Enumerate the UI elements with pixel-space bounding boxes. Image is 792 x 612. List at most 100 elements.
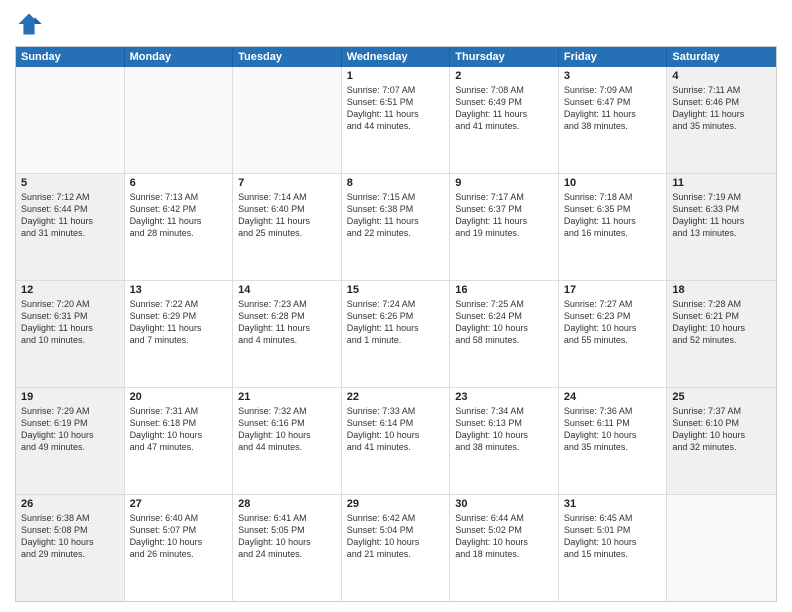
cell-info-text: Sunrise: 7:07 AM Sunset: 6:51 PM Dayligh… bbox=[347, 84, 445, 133]
logo bbox=[15, 10, 47, 38]
calendar-cell: 9 Sunrise: 7:17 AM Sunset: 6:37 PM Daylig… bbox=[450, 174, 559, 280]
cell-info-text: Sunrise: 7:31 AM Sunset: 6:18 PM Dayligh… bbox=[130, 405, 228, 454]
cell-info-text: Sunrise: 7:17 AM Sunset: 6:37 PM Dayligh… bbox=[455, 191, 553, 240]
weekday-header-tuesday: Tuesday bbox=[233, 47, 342, 67]
day-number: 2 bbox=[455, 70, 553, 82]
cell-info-text: Sunrise: 7:33 AM Sunset: 6:14 PM Dayligh… bbox=[347, 405, 445, 454]
calendar-cell bbox=[667, 495, 776, 601]
day-number: 24 bbox=[564, 391, 662, 403]
cell-info-text: Sunrise: 7:25 AM Sunset: 6:24 PM Dayligh… bbox=[455, 298, 553, 347]
calendar-cell: 14 Sunrise: 7:23 AM Sunset: 6:28 PM Dayli… bbox=[233, 281, 342, 387]
weekday-header-sunday: Sunday bbox=[16, 47, 125, 67]
calendar-row-5: 26Sunrise: 6:38 AM Sunset: 5:08 PM Dayli… bbox=[16, 494, 776, 601]
calendar-cell: 12 Sunrise: 7:20 AM Sunset: 6:31 PM Dayli… bbox=[16, 281, 125, 387]
day-number: 17 bbox=[564, 284, 662, 296]
day-number: 25 bbox=[672, 391, 771, 403]
calendar-cell: 20 Sunrise: 7:31 AM Sunset: 6:18 PM Dayli… bbox=[125, 388, 234, 494]
day-number: 6 bbox=[130, 177, 228, 189]
cell-info-text: Sunrise: 7:09 AM Sunset: 6:47 PM Dayligh… bbox=[564, 84, 662, 133]
cell-info-text: Sunrise: 7:20 AM Sunset: 6:31 PM Dayligh… bbox=[21, 298, 119, 347]
cell-info-text: Sunrise: 7:24 AM Sunset: 6:26 PM Dayligh… bbox=[347, 298, 445, 347]
cell-info-text: Sunrise: 7:14 AM Sunset: 6:40 PM Dayligh… bbox=[238, 191, 336, 240]
calendar-cell: 16 Sunrise: 7:25 AM Sunset: 6:24 PM Dayli… bbox=[450, 281, 559, 387]
day-number: 9 bbox=[455, 177, 553, 189]
calendar-cell: 27 Sunrise: 6:40 AM Sunset: 5:07 PM Dayli… bbox=[125, 495, 234, 601]
cell-info-text: Sunrise: 7:28 AM Sunset: 6:21 PM Dayligh… bbox=[672, 298, 771, 347]
day-number: 28 bbox=[238, 498, 336, 510]
calendar-cell: 5 Sunrise: 7:12 AM Sunset: 6:44 PM Daylig… bbox=[16, 174, 125, 280]
day-number: 27 bbox=[130, 498, 228, 510]
day-number: 14 bbox=[238, 284, 336, 296]
cell-info-text: Sunrise: 6:41 AM Sunset: 5:05 PM Dayligh… bbox=[238, 512, 336, 561]
cell-info-text: Sunrise: 7:37 AM Sunset: 6:10 PM Dayligh… bbox=[672, 405, 771, 454]
calendar-cell: 17 Sunrise: 7:27 AM Sunset: 6:23 PM Dayli… bbox=[559, 281, 668, 387]
day-number: 16 bbox=[455, 284, 553, 296]
cell-info-text: Sunrise: 6:42 AM Sunset: 5:04 PM Dayligh… bbox=[347, 512, 445, 561]
day-number: 8 bbox=[347, 177, 445, 189]
cell-info-text: Sunrise: 7:15 AM Sunset: 6:38 PM Dayligh… bbox=[347, 191, 445, 240]
day-number: 4 bbox=[672, 70, 771, 82]
weekday-header-monday: Monday bbox=[125, 47, 234, 67]
cell-info-text: Sunrise: 6:45 AM Sunset: 5:01 PM Dayligh… bbox=[564, 512, 662, 561]
cell-info-text: Sunrise: 7:18 AM Sunset: 6:35 PM Dayligh… bbox=[564, 191, 662, 240]
cell-info-text: Sunrise: 6:38 AM Sunset: 5:08 PM Dayligh… bbox=[21, 512, 119, 561]
cell-info-text: Sunrise: 7:29 AM Sunset: 6:19 PM Dayligh… bbox=[21, 405, 119, 454]
cell-info-text: Sunrise: 7:27 AM Sunset: 6:23 PM Dayligh… bbox=[564, 298, 662, 347]
cell-info-text: Sunrise: 7:36 AM Sunset: 6:11 PM Dayligh… bbox=[564, 405, 662, 454]
calendar-cell bbox=[16, 67, 125, 173]
day-number: 23 bbox=[455, 391, 553, 403]
calendar-cell: 11 Sunrise: 7:19 AM Sunset: 6:33 PM Dayli… bbox=[667, 174, 776, 280]
calendar-cell bbox=[233, 67, 342, 173]
calendar-body: 1 Sunrise: 7:07 AM Sunset: 6:51 PM Daylig… bbox=[16, 67, 776, 601]
weekday-header-friday: Friday bbox=[559, 47, 668, 67]
day-number: 11 bbox=[672, 177, 771, 189]
day-number: 1 bbox=[347, 70, 445, 82]
calendar-cell: 29 Sunrise: 6:42 AM Sunset: 5:04 PM Dayli… bbox=[342, 495, 451, 601]
day-number: 5 bbox=[21, 177, 119, 189]
calendar-cell: 7 Sunrise: 7:14 AM Sunset: 6:40 PM Daylig… bbox=[233, 174, 342, 280]
day-number: 21 bbox=[238, 391, 336, 403]
calendar-cell: 8 Sunrise: 7:15 AM Sunset: 6:38 PM Daylig… bbox=[342, 174, 451, 280]
calendar: SundayMondayTuesdayWednesdayThursdayFrid… bbox=[15, 46, 777, 602]
cell-info-text: Sunrise: 7:13 AM Sunset: 6:42 PM Dayligh… bbox=[130, 191, 228, 240]
calendar-cell: 6 Sunrise: 7:13 AM Sunset: 6:42 PM Daylig… bbox=[125, 174, 234, 280]
day-number: 20 bbox=[130, 391, 228, 403]
day-number: 3 bbox=[564, 70, 662, 82]
calendar-cell: 13 Sunrise: 7:22 AM Sunset: 6:29 PM Dayli… bbox=[125, 281, 234, 387]
day-number: 29 bbox=[347, 498, 445, 510]
day-number: 18 bbox=[672, 284, 771, 296]
cell-info-text: Sunrise: 7:34 AM Sunset: 6:13 PM Dayligh… bbox=[455, 405, 553, 454]
day-number: 31 bbox=[564, 498, 662, 510]
day-number: 19 bbox=[21, 391, 119, 403]
cell-info-text: Sunrise: 7:22 AM Sunset: 6:29 PM Dayligh… bbox=[130, 298, 228, 347]
calendar-cell: 19 Sunrise: 7:29 AM Sunset: 6:19 PM Dayli… bbox=[16, 388, 125, 494]
calendar-header: SundayMondayTuesdayWednesdayThursdayFrid… bbox=[16, 47, 776, 67]
cell-info-text: Sunrise: 7:08 AM Sunset: 6:49 PM Dayligh… bbox=[455, 84, 553, 133]
weekday-header-wednesday: Wednesday bbox=[342, 47, 451, 67]
day-number: 10 bbox=[564, 177, 662, 189]
calendar-cell: 21 Sunrise: 7:32 AM Sunset: 6:16 PM Dayli… bbox=[233, 388, 342, 494]
calendar-cell: 24 Sunrise: 7:36 AM Sunset: 6:11 PM Dayli… bbox=[559, 388, 668, 494]
cell-info-text: Sunrise: 7:32 AM Sunset: 6:16 PM Dayligh… bbox=[238, 405, 336, 454]
cell-info-text: Sunrise: 6:40 AM Sunset: 5:07 PM Dayligh… bbox=[130, 512, 228, 561]
calendar-row-4: 19 Sunrise: 7:29 AM Sunset: 6:19 PM Dayli… bbox=[16, 387, 776, 494]
day-number: 15 bbox=[347, 284, 445, 296]
header bbox=[15, 10, 777, 38]
calendar-cell: 30Sunrise: 6:44 AM Sunset: 5:02 PM Dayli… bbox=[450, 495, 559, 601]
cell-info-text: Sunrise: 7:12 AM Sunset: 6:44 PM Dayligh… bbox=[21, 191, 119, 240]
day-number: 7 bbox=[238, 177, 336, 189]
page: SundayMondayTuesdayWednesdayThursdayFrid… bbox=[0, 0, 792, 612]
calendar-cell: 1 Sunrise: 7:07 AM Sunset: 6:51 PM Daylig… bbox=[342, 67, 451, 173]
calendar-cell: 28 Sunrise: 6:41 AM Sunset: 5:05 PM Dayli… bbox=[233, 495, 342, 601]
calendar-cell: 15 Sunrise: 7:24 AM Sunset: 6:26 PM Dayli… bbox=[342, 281, 451, 387]
calendar-row-3: 12 Sunrise: 7:20 AM Sunset: 6:31 PM Dayli… bbox=[16, 280, 776, 387]
day-number: 22 bbox=[347, 391, 445, 403]
weekday-header-saturday: Saturday bbox=[667, 47, 776, 67]
day-number: 12 bbox=[21, 284, 119, 296]
calendar-cell: 2 Sunrise: 7:08 AM Sunset: 6:49 PM Daylig… bbox=[450, 67, 559, 173]
calendar-cell: 22 Sunrise: 7:33 AM Sunset: 6:14 PM Dayli… bbox=[342, 388, 451, 494]
cell-info-text: Sunrise: 7:19 AM Sunset: 6:33 PM Dayligh… bbox=[672, 191, 771, 240]
day-number: 13 bbox=[130, 284, 228, 296]
cell-info-text: Sunrise: 7:23 AM Sunset: 6:28 PM Dayligh… bbox=[238, 298, 336, 347]
calendar-cell: 4Sunrise: 7:11 AM Sunset: 6:46 PM Daylig… bbox=[667, 67, 776, 173]
